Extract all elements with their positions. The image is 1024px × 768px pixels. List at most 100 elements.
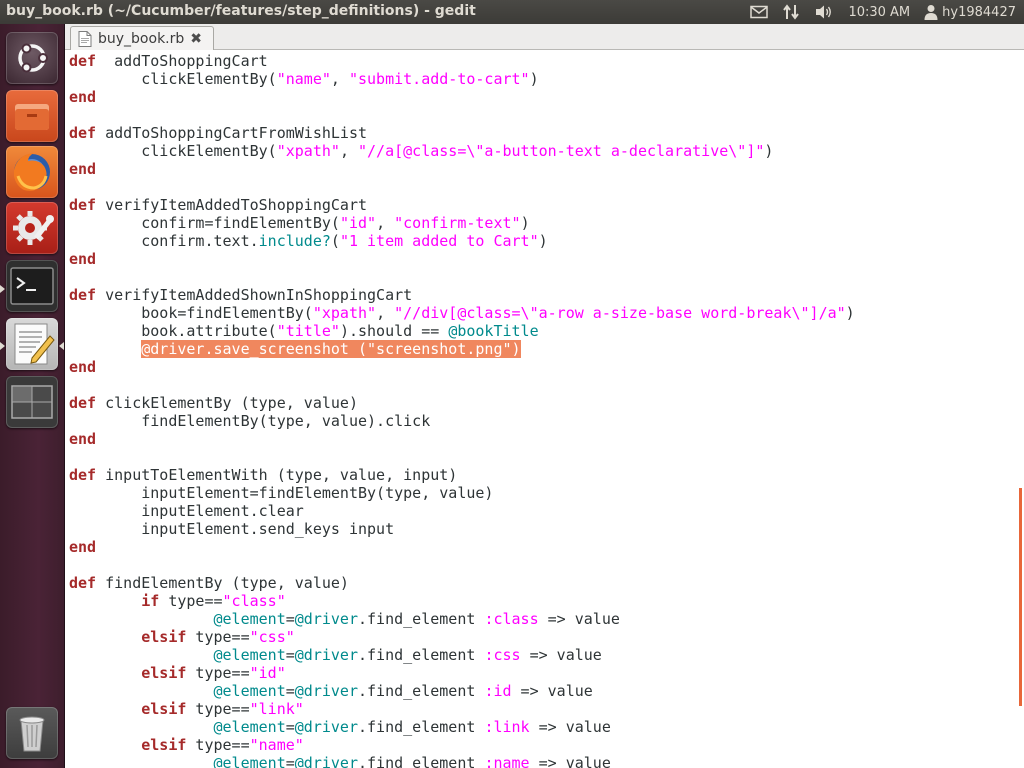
close-icon[interactable]: ✖ (190, 31, 202, 47)
mail-icon[interactable] (750, 0, 769, 24)
code-token: verifyItemAddedShownInShoppingCart (96, 286, 413, 304)
terminal-icon[interactable] (6, 260, 58, 312)
code-token: def (69, 196, 97, 214)
code-token: clickElementBy( (69, 142, 277, 160)
tab-label: buy_book.rb (98, 30, 185, 47)
scrollbar[interactable] (1019, 488, 1022, 706)
code-line: def clickElementBy (type, value) (69, 394, 855, 412)
code-token: .find_element (358, 718, 485, 736)
code-token: = (285, 682, 295, 700)
firefox-icon[interactable] (6, 146, 58, 198)
code-token: elsif (141, 628, 187, 646)
code-token: end (69, 160, 97, 178)
code-token: confirm=findElementBy( (69, 214, 340, 232)
code-line: confirm=findElementBy("id", "confirm-tex… (69, 214, 855, 232)
code-token: => value (520, 646, 602, 664)
code-editor[interactable]: def addToShoppingCart clickElementBy("na… (65, 50, 1024, 768)
text-editor-icon[interactable] (6, 318, 58, 370)
code-line: book.attribute("title").should == @bookT… (69, 322, 855, 340)
workspace-switcher-icon[interactable] (6, 376, 58, 428)
code-token: def (69, 286, 97, 304)
tab-buy-book[interactable]: buy_book.rb ✖ (70, 26, 214, 50)
code-token: = (285, 610, 295, 628)
code-line: @element=@driver.find_element :id => val… (69, 682, 855, 700)
code-token: @bookTitle (448, 322, 539, 340)
code-line: elsif type=="link" (69, 700, 855, 718)
code-token: => value (529, 754, 611, 768)
code-line: def verifyItemAddedToShoppingCart (69, 196, 855, 214)
code-token: clickElementBy( (69, 70, 277, 88)
top-panel: buy_book.rb (~/Cucumber/features/step_de… (0, 0, 1024, 24)
code-line: @element=@driver.find_element :css => va… (69, 646, 855, 664)
code-token: "class" (222, 592, 286, 610)
code-token: def (69, 574, 97, 592)
code-token: inputElement=findElementBy(type, value) (69, 484, 494, 502)
code-token: end (69, 88, 97, 106)
code-line: def findElementBy (type, value) (69, 574, 855, 592)
code-line: inputElement.clear (69, 502, 855, 520)
code-token: elsif (141, 736, 187, 754)
code-token: ) (764, 142, 774, 160)
window-title: buy_book.rb (~/Cucumber/features/step_de… (6, 3, 476, 19)
code-line: inputElement.send_keys input (69, 520, 855, 538)
network-icon[interactable] (782, 0, 800, 24)
system-settings-icon[interactable] (6, 202, 58, 254)
code-token: , (330, 70, 349, 88)
ubuntu-dash-icon[interactable] (6, 32, 58, 84)
code-token: @element (213, 610, 286, 628)
code-token: "//a[@class=\"a-button-text a-declarativ… (358, 142, 765, 160)
files-icon[interactable] (6, 90, 58, 142)
code-token: "id" (249, 664, 286, 682)
code-token: end (69, 358, 97, 376)
code-line: @element=@driver.find_element :name => v… (69, 754, 855, 768)
volume-icon[interactable] (814, 0, 834, 24)
code-line: book=findElementBy("xpath", "//div[@clas… (69, 304, 855, 322)
code-token: .find_element (358, 682, 485, 700)
code-token: :name (484, 754, 530, 768)
user-icon (924, 5, 938, 20)
code-token: , (376, 304, 395, 322)
code-token: @element (213, 646, 286, 664)
code-token: "css" (249, 628, 295, 646)
code-token: "confirm-text" (394, 214, 521, 232)
code-token: end (69, 538, 97, 556)
code-token: "xpath" (276, 142, 340, 160)
code-line: confirm.text.include?("1 item added to C… (69, 232, 855, 250)
code-line: def inputToElementWith (type, value, inp… (69, 466, 855, 484)
code-token: end (69, 430, 97, 448)
code-token: type== (159, 592, 223, 610)
code-token: ) (845, 304, 855, 322)
code-token: @element (213, 754, 286, 768)
code-token: @element (213, 718, 286, 736)
code-line: end (69, 430, 855, 448)
code-line: elsif type=="name" (69, 736, 855, 754)
indicator-area: 10:30 AM hy1984427 (750, 0, 1016, 24)
code-line: @element=@driver.find_element :class => … (69, 610, 855, 628)
code-line: def addToShoppingCart (69, 52, 855, 70)
code-token: verifyItemAddedToShoppingCart (96, 196, 368, 214)
code-token: = (285, 718, 295, 736)
code-line: @element=@driver.find_element :link => v… (69, 718, 855, 736)
code-line: end (69, 160, 855, 178)
code-token: ).should == (339, 322, 449, 340)
code-area[interactable]: def addToShoppingCart clickElementBy("na… (69, 52, 855, 768)
code-token: confirm.text. (69, 232, 259, 250)
code-token: ( (330, 232, 340, 250)
code-token: elsif (141, 700, 187, 718)
clock[interactable]: 10:30 AM (848, 0, 910, 24)
code-token: findElementBy (type, value) (96, 574, 349, 592)
trash-icon[interactable] (6, 707, 58, 759)
code-token: => value (511, 682, 593, 700)
code-token: def (69, 124, 97, 142)
user-menu[interactable]: hy1984427 (924, 0, 1016, 24)
code-token: "//div[@class=\"a-row a-size-base word-b… (394, 304, 846, 322)
code-line: clickElementBy("xpath", "//a[@class=\"a-… (69, 142, 855, 160)
code-line: findElementBy(type, value).click (69, 412, 855, 430)
code-line: if type=="class" (69, 592, 855, 610)
